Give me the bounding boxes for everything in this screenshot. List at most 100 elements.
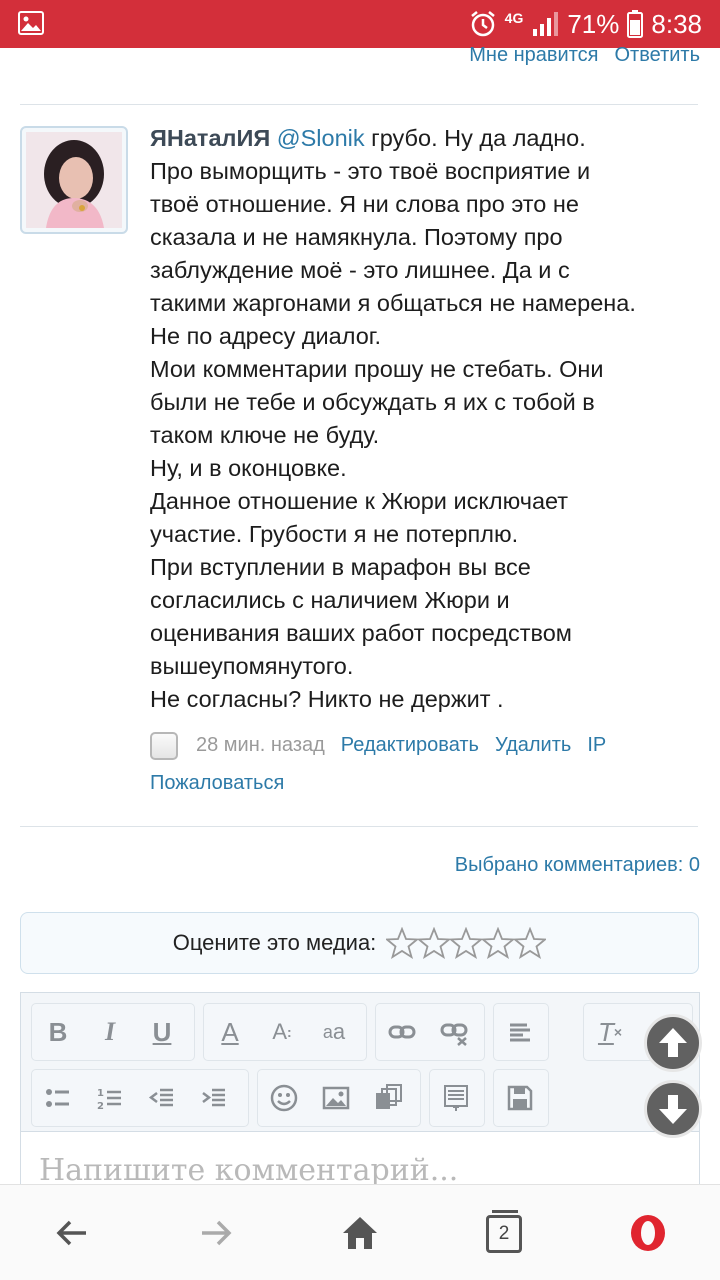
comment-line: вышеупомянутого. (150, 653, 354, 679)
link-icon (388, 1025, 416, 1039)
comment-lines: Про выморщить - это твоё восприятие и тво… (150, 155, 710, 716)
indent-icon (202, 1088, 225, 1107)
comment-line: Мои комментарии прошу не стебать. Они (150, 356, 604, 382)
toolbar-group-lists: 12 (31, 1069, 249, 1127)
image-icon (322, 1086, 350, 1110)
home-icon (343, 1217, 377, 1249)
outdent-button[interactable] (136, 1070, 188, 1126)
smiley-icon (270, 1084, 298, 1112)
arrow-down-icon (659, 1095, 687, 1124)
comment-placeholder: Напишите комментарий... (39, 1153, 459, 1188)
clear-format-button[interactable]: T × (584, 1004, 636, 1060)
underline-button[interactable]: U (136, 1004, 188, 1060)
comment-line: согласились с наличием Жюри и (150, 587, 510, 613)
arrow-left-icon (56, 1220, 86, 1246)
font-size-button[interactable]: A: (256, 1004, 308, 1060)
star-icon[interactable] (450, 927, 483, 959)
comment-line: таком ключе не буду. (150, 422, 380, 448)
comment-first-line: ЯНаталИЯ @Slonik грубо. Ну да ладно. (150, 122, 710, 155)
comment-editor: B I U A A: aa T × 12 Напишите комментари… (20, 992, 700, 1193)
subscript-button[interactable]: aa (308, 1004, 360, 1060)
edit-link[interactable]: Редактировать (341, 734, 479, 756)
numbered-list-icon: 12 (97, 1088, 121, 1112)
avatar[interactable] (20, 126, 128, 234)
toolbar-group-font: A A: aa (203, 1003, 367, 1061)
comment-line: такими жаргонами я общаться не намерена. (150, 290, 636, 316)
smiley-button[interactable] (258, 1070, 310, 1126)
comment-line: Данное отношение к Жюри исключает (150, 488, 569, 514)
unlink-button[interactable] (428, 1004, 480, 1060)
toolbar-group-template (429, 1069, 485, 1127)
align-button[interactable] (494, 1004, 546, 1060)
image-button[interactable] (310, 1070, 362, 1126)
clock: 8:38 (651, 8, 702, 39)
star-icon[interactable] (418, 927, 451, 959)
align-left-icon (510, 1023, 530, 1042)
comment-line: Про выморщить - это твоё восприятие и (150, 158, 591, 184)
unlink-icon (440, 1023, 468, 1046)
svg-text:1: 1 (97, 1088, 104, 1099)
battery-icon (627, 10, 644, 38)
divider (20, 826, 698, 827)
comment-line: участие. Грубости я не потерплю. (150, 521, 519, 547)
star-icon[interactable] (514, 927, 547, 959)
gallery-notification-icon (18, 11, 44, 35)
comment-line: Не согласны? Никто не держит . (150, 686, 504, 712)
comment-line: Не по адресу диалог. (150, 323, 382, 349)
rating-box: Оцените это медиа: (20, 912, 699, 974)
alarm-icon (470, 11, 495, 37)
star-icon[interactable] (482, 927, 515, 959)
comment-line: оценивания ваших работ посредством (150, 620, 572, 646)
back-button[interactable] (50, 1211, 94, 1255)
comment-meta: 28 мин. назад Редактировать Удалить IP Пожа… (150, 726, 710, 802)
comment-line: твоё отношение. Я ни слова про это не (150, 191, 579, 217)
comment-line: Ну, и в оконцовке. (150, 455, 347, 481)
link-button[interactable] (376, 1004, 428, 1060)
numbered-list-button[interactable]: 12 (84, 1070, 136, 1126)
like-link[interactable]: Мне нравится (469, 44, 598, 67)
save-icon (507, 1085, 533, 1111)
comment-author[interactable]: ЯНаталИЯ (150, 125, 270, 151)
scroll-up-button[interactable] (644, 1014, 702, 1072)
star-icon[interactable] (386, 927, 419, 959)
toolbar-group-save (493, 1069, 549, 1127)
svg-text:2: 2 (97, 1101, 104, 1112)
indent-button[interactable] (188, 1070, 240, 1126)
ip-link[interactable]: IP (587, 734, 606, 756)
rating-stars (386, 927, 547, 959)
mention-link[interactable]: @Slonik (277, 125, 365, 151)
signal-icon (533, 12, 559, 36)
outdent-icon (148, 1088, 173, 1107)
status-bar: 4G 71% 8:38 (0, 0, 720, 48)
toolbar-group-insert (257, 1069, 421, 1127)
report-link[interactable]: Пожаловаться (150, 772, 284, 794)
forward-button[interactable] (194, 1211, 238, 1255)
comment-body: ЯНаталИЯ @Slonik грубо. Ну да ладно. Про… (150, 122, 710, 716)
comment-line: были не тебе и обсуждать я их с тобой в (150, 389, 595, 415)
select-comment-checkbox[interactable] (150, 731, 178, 760)
media-button[interactable] (362, 1070, 414, 1126)
arrow-right-icon (202, 1220, 232, 1246)
font-color-button[interactable]: A (204, 1004, 256, 1060)
tabs-button[interactable]: 2 (486, 1210, 522, 1253)
delete-link[interactable]: Удалить (495, 734, 571, 756)
scroll-down-button[interactable] (644, 1080, 702, 1138)
toolbar-group-links (375, 1003, 485, 1061)
opera-logo-icon (631, 1215, 665, 1251)
toolbar-group-text-style: B I U (31, 1003, 195, 1061)
comment-time: 28 мин. назад (196, 734, 325, 756)
media-icon (376, 1084, 402, 1109)
template-button[interactable] (430, 1070, 482, 1126)
home-button[interactable] (338, 1211, 382, 1255)
battery-percent: 71% (567, 8, 620, 39)
arrow-up-icon (659, 1028, 687, 1057)
opera-menu-button[interactable] (626, 1211, 670, 1255)
reply-link[interactable]: Ответить (615, 44, 701, 67)
save-button[interactable] (494, 1070, 546, 1126)
browser-bottom-bar: 2 (0, 1184, 720, 1280)
selected-comments-count[interactable]: Выбрано комментариев: 0 (455, 854, 700, 877)
bulleted-list-button[interactable] (32, 1070, 84, 1126)
divider (20, 104, 698, 105)
italic-button[interactable]: I (84, 1004, 136, 1060)
bold-button[interactable]: B (32, 1004, 84, 1060)
